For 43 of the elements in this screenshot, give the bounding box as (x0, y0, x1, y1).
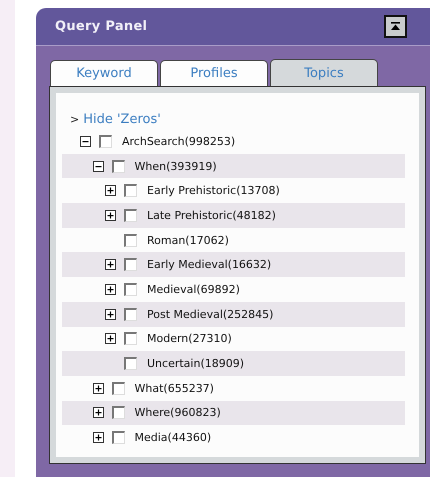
hide-zeros-link[interactable]: Hide 'Zeros' (83, 112, 161, 126)
tree-item-label[interactable]: Early Medieval(16632) (147, 258, 272, 272)
expand-toggle-icon[interactable] (105, 259, 116, 270)
tree-item-label[interactable]: What(655237) (134, 382, 214, 395)
checkbox[interactable] (124, 332, 137, 346)
arrow-icon: > (70, 112, 80, 126)
tree-item-label[interactable]: Medieval(69892) (147, 282, 240, 296)
expand-toggle-icon[interactable] (92, 407, 104, 418)
collapse-button[interactable] (384, 15, 407, 38)
tab[interactable]: Profiles (160, 60, 268, 86)
tree-item-label[interactable]: Modern(27310) (147, 332, 232, 346)
checkbox[interactable] (124, 282, 137, 296)
panel-title: Query Panel (55, 19, 148, 34)
checkbox[interactable] (112, 382, 124, 395)
expand-toggle-icon[interactable] (105, 210, 116, 221)
collapse-toggle-icon[interactable] (92, 160, 104, 172)
checkbox[interactable] (124, 234, 137, 247)
expand-toggle-icon[interactable] (105, 284, 116, 295)
tree-item-label[interactable]: ArchSearch(998253) (122, 134, 236, 148)
collapse-icon (390, 22, 401, 31)
checkbox[interactable] (112, 160, 124, 173)
checkbox[interactable] (124, 308, 137, 321)
tree-item-label[interactable]: Roman(17062) (147, 234, 229, 247)
tree-item-label[interactable]: Uncertain(18909) (147, 357, 244, 370)
checkbox[interactable] (124, 258, 137, 272)
collapse-toggle-icon[interactable] (80, 136, 91, 147)
tree-item-label[interactable]: When(393919) (134, 160, 217, 173)
expand-toggle-icon[interactable] (105, 185, 116, 196)
tab[interactable]: Keyword (50, 60, 158, 86)
checkbox[interactable] (112, 406, 124, 420)
checkbox[interactable] (112, 431, 124, 444)
expand-toggle-icon[interactable] (92, 432, 104, 444)
expand-toggle-icon[interactable] (92, 382, 104, 394)
tree-item-label[interactable]: Media(44360) (134, 431, 212, 444)
checkbox[interactable] (124, 357, 137, 370)
tree-item-label[interactable]: Post Medieval(252845) (147, 308, 274, 321)
checkbox[interactable] (124, 208, 137, 222)
tree-item-label[interactable]: Where(960823) (134, 406, 221, 420)
checkbox[interactable] (124, 184, 137, 198)
expand-toggle-icon[interactable] (105, 333, 116, 344)
tree-item-label[interactable]: Early Prehistoric(13708) (147, 184, 280, 198)
checkbox[interactable] (99, 134, 112, 148)
expand-toggle-icon[interactable] (105, 308, 116, 320)
